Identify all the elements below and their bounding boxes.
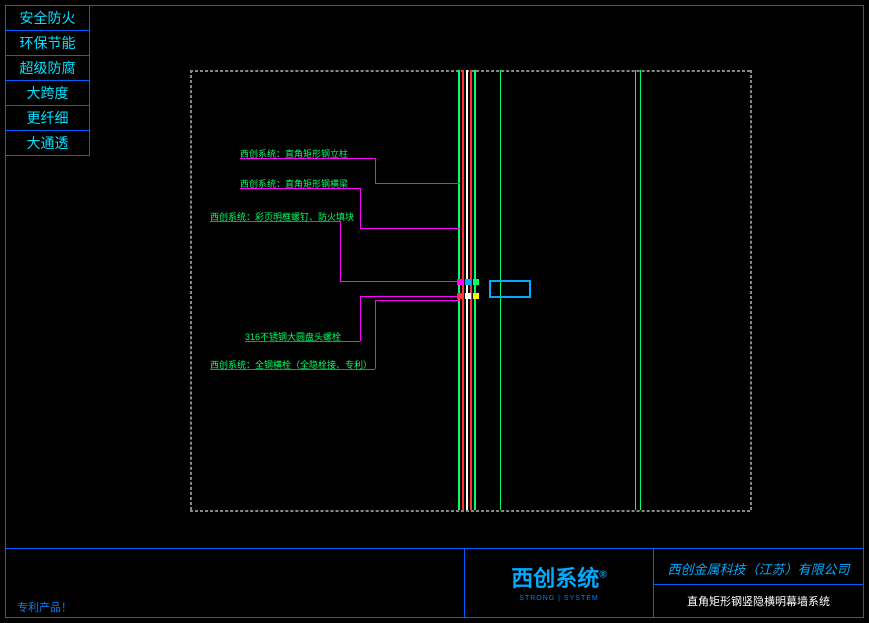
company-block: 西创金属科技（江苏）有限公司 直角矩形钢竖隐横明幕墙系统	[654, 548, 864, 618]
sidebar-item: 更纤细	[5, 105, 90, 131]
boundary-left	[190, 70, 192, 510]
sidebar-item: 大跨度	[5, 80, 90, 106]
drawing-title: 直角矩形钢竖隐横明幕墙系统	[654, 585, 863, 618]
detail-part	[457, 279, 463, 285]
brand-block: 西创系统® STRONG | SYSTEM	[464, 548, 654, 618]
leader-line	[360, 228, 460, 229]
leader-line	[240, 158, 375, 159]
leader-line	[375, 300, 460, 301]
leader-line	[375, 183, 460, 184]
sidebar-item: 超级防腐	[5, 55, 90, 81]
drawing-canvas: 西创系统：直角矩形钢立柱 西创系统：直角矩形钢横梁 西创系统：彩页明框螺钉、防火…	[190, 70, 760, 520]
title-block: 专利产品！ 西创系统® STRONG | SYSTEM 西创金属科技（江苏）有限…	[5, 548, 864, 618]
sidebar-item: 安全防火	[5, 5, 90, 31]
detail-part	[465, 293, 471, 299]
leader-line	[360, 188, 361, 228]
panel-line	[640, 70, 641, 510]
boundary-bottom	[190, 510, 750, 512]
sidebar-item: 大通透	[5, 130, 90, 156]
leader-line	[375, 300, 376, 369]
section-detail	[455, 277, 535, 303]
patent-note: 专利产品！	[5, 548, 464, 618]
sidebar-item: 环保节能	[5, 30, 90, 56]
leader-line	[245, 341, 360, 342]
panel-line	[635, 70, 636, 510]
detail-part	[473, 279, 479, 285]
detail-part	[457, 293, 463, 299]
brand-logo: 西创系统®	[465, 561, 653, 593]
brand-text: 西创系统	[511, 566, 599, 591]
detail-part	[473, 293, 479, 299]
sidebar: 安全防火 环保节能 超级防腐 大跨度 更纤细 大通透	[5, 5, 90, 155]
leader-line	[360, 296, 458, 297]
leader-line	[340, 281, 458, 282]
leader-line	[240, 188, 360, 189]
leader-line	[375, 158, 376, 183]
leader-line	[340, 221, 341, 281]
brand-subtitle: STRONG | SYSTEM	[465, 595, 653, 602]
leader-line	[360, 296, 361, 341]
company-name: 西创金属科技（江苏）有限公司	[654, 549, 863, 585]
leader-line	[210, 221, 340, 222]
leader-line	[210, 369, 375, 370]
detail-part	[465, 279, 471, 285]
transom-box	[489, 280, 531, 298]
boundary-right	[750, 70, 752, 510]
brand-sup: ®	[599, 570, 606, 581]
